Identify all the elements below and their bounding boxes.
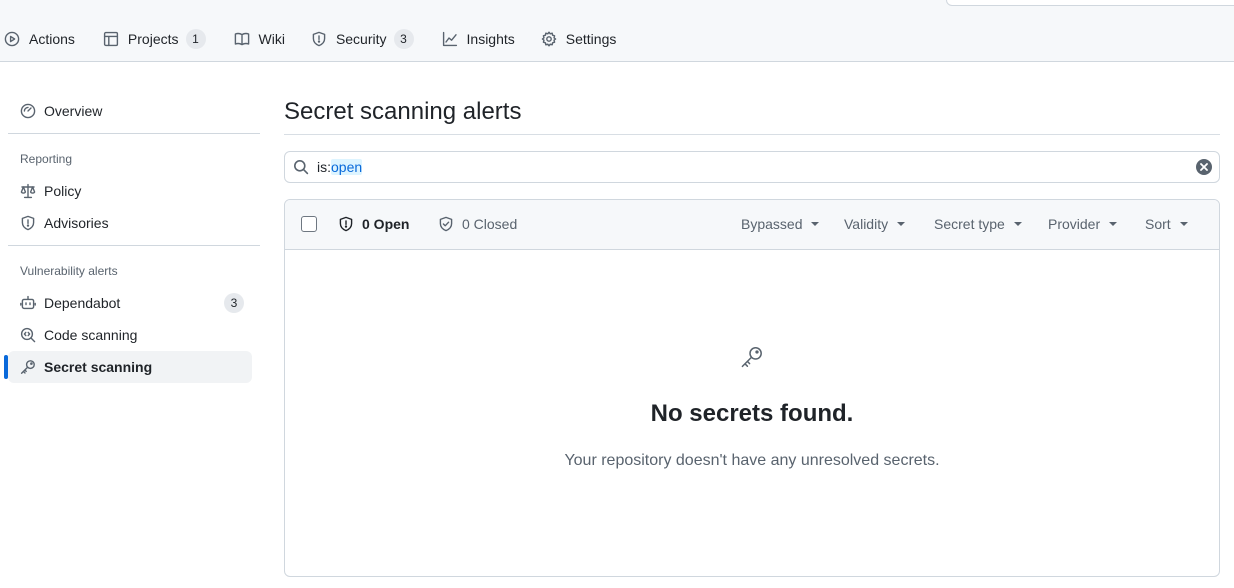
key-icon [20, 360, 35, 374]
tab-security-label: Security [335, 31, 387, 47]
dependabot-count-badge: 3 [224, 293, 244, 313]
tab-insights[interactable]: Insights [438, 24, 525, 54]
tab-projects-label: Projects [127, 31, 179, 47]
sort-dropdown[interactable]: Sort [1145, 216, 1188, 232]
bypassed-filter-dropdown[interactable]: Bypassed [741, 216, 820, 232]
tab-settings[interactable]: Settings [537, 24, 627, 54]
codescan-icon [20, 327, 36, 343]
meter-icon [20, 103, 36, 119]
secret-type-filter-label: Secret type [934, 216, 1005, 232]
select-all-checkbox[interactable] [301, 216, 317, 232]
bypassed-filter-label: Bypassed [741, 216, 803, 232]
blankslate-description: Your repository doesn't have any unresol… [564, 452, 940, 469]
page-title: Secret scanning alerts [284, 98, 522, 125]
chevron-down-icon [1179, 222, 1188, 226]
sidebar-item-advisories[interactable]: Advisories [8, 207, 252, 239]
sidebar-item-policy[interactable]: Policy [8, 175, 252, 207]
sidebar-item-label: Code scanning [44, 327, 138, 343]
shield-alert-icon [339, 216, 353, 232]
graph-icon [442, 31, 457, 47]
security-sidebar: Overview Reporting Policy Advisories Vul… [0, 62, 270, 588]
sidebar-item-secret-scanning[interactable]: Secret scanning [4, 351, 252, 383]
tab-security[interactable]: Security 3 [307, 24, 424, 54]
closed-alerts-label: 0 Closed [462, 216, 518, 232]
blankslate-heading: No secrets found. [650, 400, 854, 427]
tab-security-count: 3 [393, 29, 414, 49]
sidebar-item-overview[interactable]: Overview [8, 95, 252, 127]
law-icon [20, 183, 36, 199]
closed-alerts-tab[interactable]: 0 Closed [438, 216, 517, 232]
sidebar-item-label: Dependabot [44, 295, 121, 311]
alerts-search-input[interactable]: is:open [284, 151, 1220, 183]
sidebar-heading-reporting: Reporting [20, 152, 73, 166]
search-qualifier: is: [317, 159, 331, 175]
sidebar-item-label: Overview [44, 103, 103, 119]
clear-search-button[interactable] [1196, 159, 1212, 175]
repo-tabs: Actions Projects 1 Wiki Security 3 Insig… [0, 24, 630, 54]
provider-filter-dropdown[interactable]: Provider [1048, 216, 1118, 232]
sidebar-item-label: Advisories [44, 215, 109, 231]
shield-check-icon [439, 216, 453, 232]
alerts-list: 0 Open 0 Closed Bypassed Validity Secret… [284, 199, 1220, 577]
tab-wiki[interactable]: Wiki [230, 24, 295, 54]
search-query: is:open [317, 159, 363, 175]
open-alerts-label: 0 Open [362, 216, 410, 232]
search-qualifier-value: open [331, 159, 363, 175]
tab-projects-count: 1 [185, 29, 206, 49]
tab-settings-label: Settings [565, 31, 617, 47]
table-icon [103, 31, 119, 47]
key-icon [741, 347, 762, 368]
sidebar-item-label: Secret scanning [44, 359, 153, 375]
sort-label: Sort [1145, 216, 1171, 232]
title-divider [284, 134, 1220, 135]
close-icon [1200, 163, 1208, 171]
play-icon [4, 31, 20, 47]
secret-type-filter-dropdown[interactable]: Secret type [934, 216, 1022, 232]
sidebar-item-label: Policy [44, 183, 82, 199]
sidebar-divider [8, 245, 260, 246]
blankslate: No secrets found. Your repository doesn'… [285, 250, 1219, 576]
sidebar-item-code-scanning[interactable]: Code scanning [8, 319, 252, 351]
shield-icon [21, 215, 35, 231]
alerts-list-header: 0 Open 0 Closed Bypassed Validity Secret… [285, 200, 1219, 250]
chevron-down-icon [1013, 222, 1022, 226]
tab-actions[interactable]: Actions [0, 24, 85, 54]
chevron-down-icon [1109, 222, 1118, 226]
tab-wiki-label: Wiki [258, 31, 285, 47]
validity-filter-label: Validity [844, 216, 889, 232]
tab-actions-label: Actions [29, 31, 75, 47]
shield-icon [312, 31, 326, 47]
chevron-down-icon [811, 222, 820, 226]
dependabot-icon [20, 295, 36, 310]
global-search-input[interactable] [946, 0, 1234, 6]
tab-insights-label: Insights [466, 31, 515, 47]
search-icon [294, 160, 309, 175]
repo-nav: Actions Projects 1 Wiki Security 3 Insig… [0, 0, 1234, 62]
tab-projects[interactable]: Projects 1 [99, 24, 216, 54]
validity-filter-dropdown[interactable]: Validity [844, 216, 906, 232]
active-indicator [4, 355, 8, 379]
sidebar-item-dependabot[interactable]: Dependabot 3 [8, 287, 252, 319]
gear-icon [541, 31, 557, 47]
provider-filter-label: Provider [1048, 216, 1101, 232]
open-alerts-tab[interactable]: 0 Open [338, 216, 409, 232]
chevron-down-icon [897, 222, 906, 226]
sidebar-divider [8, 133, 260, 134]
book-icon [234, 32, 249, 46]
sidebar-heading-vulnerability-alerts: Vulnerability alerts [20, 264, 118, 278]
